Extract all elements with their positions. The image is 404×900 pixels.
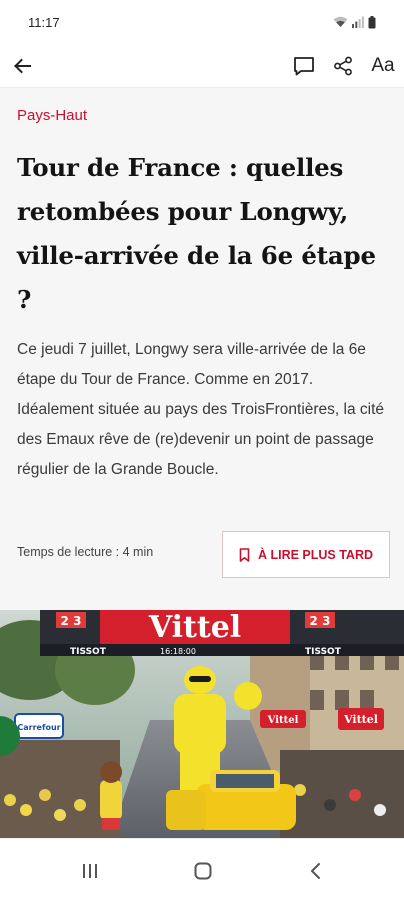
wifi-icon <box>333 16 348 27</box>
side-sign-1: Vittel <box>267 715 299 726</box>
status-time: 11:17 <box>28 14 60 30</box>
share-icon <box>334 56 352 76</box>
status-icons <box>333 15 376 29</box>
signal-icon <box>352 16 364 28</box>
banner-sponsor-left: TISSOT <box>70 647 107 657</box>
system-navigation-bar <box>0 838 404 900</box>
home-button[interactable] <box>189 857 217 885</box>
recents-icon <box>83 864 97 878</box>
banner-channel-left: 2 3 <box>61 614 82 628</box>
font-size-button[interactable]: Aa <box>365 50 401 82</box>
comment-icon <box>294 57 314 76</box>
battery-icon <box>368 15 376 28</box>
article-lede: Ce jeudi 7 juillet, Longwy sera ville-ar… <box>17 341 385 478</box>
share-button[interactable] <box>327 50 359 82</box>
home-icon <box>194 862 212 880</box>
recents-button[interactable] <box>76 857 104 885</box>
store-sign: Carrefour <box>17 723 60 732</box>
banner-brand-text: Vittel <box>148 610 241 645</box>
tour-de-france-photo: Vittel TISSOT TISSOT 16:18:00 2 3 2 3 Vi… <box>0 610 404 838</box>
banner-channel-right: 2 3 <box>310 614 331 628</box>
banner-clock: 16:18:00 <box>160 647 196 656</box>
article-toolbar: Aa <box>0 44 404 88</box>
article-category[interactable]: Pays-Haut <box>17 107 87 124</box>
read-later-button[interactable]: À LIRE PLUS TARD <box>222 531 390 578</box>
reading-time: Temps de lecture : 4 min <box>17 545 154 559</box>
article-headline: Tour de France : quelles retombées pour … <box>17 153 376 314</box>
back-button[interactable] <box>6 50 38 82</box>
article-content: Pays-Haut Tour de France : quelles retom… <box>0 88 404 838</box>
chevron-left-icon <box>311 863 320 879</box>
article-hero-image[interactable]: Vittel TISSOT TISSOT 16:18:00 2 3 2 3 Vi… <box>0 610 404 838</box>
status-bar: 11:17 <box>0 0 404 44</box>
back-arrow-icon <box>14 58 31 74</box>
read-later-label: À LIRE PLUS TARD <box>257 547 374 562</box>
font-size-icon: Aa <box>371 55 395 76</box>
side-sign-2: Vittel <box>343 713 378 726</box>
system-back-button[interactable] <box>302 857 330 885</box>
comments-button[interactable] <box>288 50 320 82</box>
bookmark-icon <box>239 547 250 562</box>
banner-sponsor-right: TISSOT <box>305 647 342 657</box>
